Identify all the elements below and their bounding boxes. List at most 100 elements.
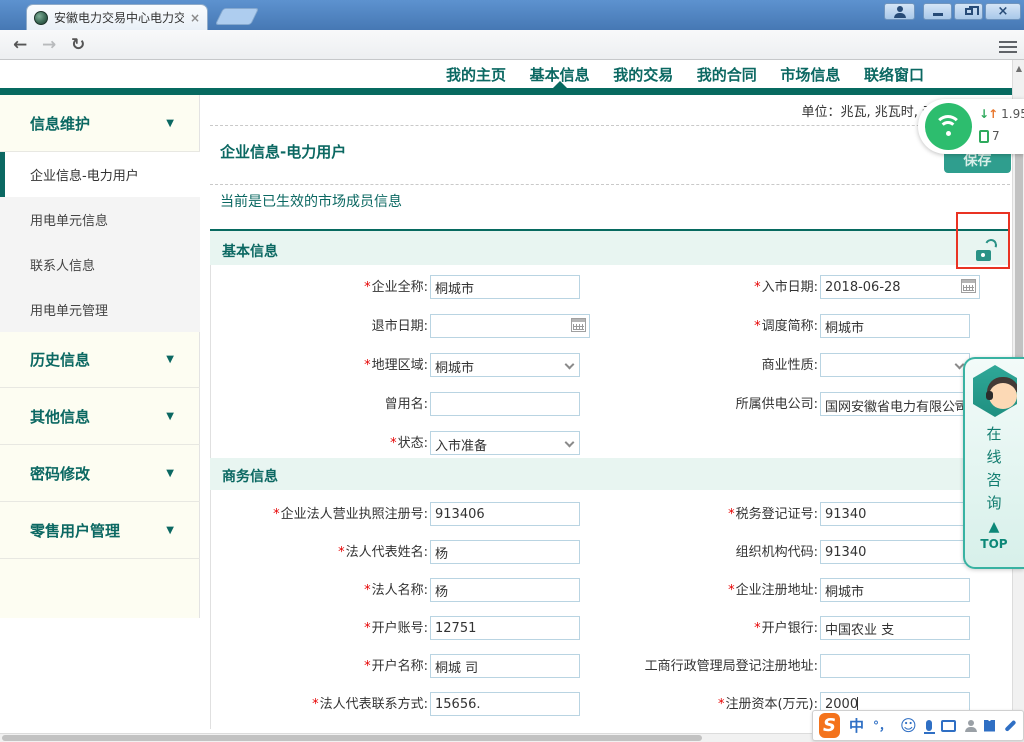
field-label: *调度简称: [600, 319, 818, 335]
legal-person-name-input[interactable] [430, 578, 580, 602]
tab-title: 安徽电力交易中心电力交易 [54, 9, 184, 26]
business-nature-select[interactable] [820, 353, 970, 377]
sidebar-group-info-maintenance[interactable]: 信息维护 ▼ [0, 95, 200, 152]
headset-icon [986, 391, 993, 400]
field-label: 工商行政管理局登记注册地址: [600, 659, 818, 675]
dispatch-short-name-input[interactable] [820, 314, 970, 338]
sidebar: 信息维护 ▼ 企业信息-电力用户 用电单元信息 联系人信息 用电单元管理 历史信… [0, 95, 200, 618]
browser-tab[interactable]: 安徽电力交易中心电力交易 × [26, 4, 208, 30]
registered-address-input[interactable] [820, 578, 970, 602]
sidebar-item-power-unit-mgmt[interactable]: 用电单元管理 [0, 287, 200, 332]
upload-arrow-icon: ↑ [988, 107, 998, 121]
power-supply-company-select[interactable]: 国网安徽省电力有限公司安 [820, 392, 970, 416]
tab-close-icon[interactable]: × [190, 11, 200, 25]
tax-registration-number-input[interactable] [820, 502, 970, 526]
field-label: 退市日期: [210, 319, 428, 335]
field-label: *企业全称: [210, 280, 428, 296]
calendar-icon[interactable] [961, 279, 976, 293]
legal-rep-contact-input[interactable] [430, 692, 580, 716]
settings-wrench-icon[interactable] [1005, 720, 1017, 732]
legal-representative-name-input[interactable] [430, 540, 580, 564]
field-label: *地理区域: [210, 358, 428, 374]
field-label: *开户名称: [210, 659, 428, 675]
phone-icon [979, 130, 989, 143]
scroll-up-icon[interactable]: ▲ [1013, 64, 1024, 73]
field-label: *开户账号: [210, 621, 428, 637]
network-count-value: 7 [992, 129, 1000, 143]
nav-item-home[interactable]: 我的主页 [446, 64, 506, 85]
new-tab-button[interactable] [215, 8, 259, 25]
skin-icon[interactable] [984, 720, 996, 732]
sidebar-item-contact-info[interactable]: 联系人信息 [0, 242, 200, 287]
profile-button[interactable] [884, 3, 915, 20]
emoji-icon[interactable]: ☺ [900, 716, 917, 735]
business-license-number-input[interactable] [430, 502, 580, 526]
status-select[interactable]: 入市准备 [430, 431, 580, 455]
sidebar-group-other-info[interactable]: 其他信息 ▼ [0, 389, 200, 445]
company-full-name-input[interactable] [430, 275, 580, 299]
bank-name-input[interactable] [820, 616, 970, 640]
chevron-down-icon: ▼ [166, 468, 174, 479]
sidebar-item-power-unit-info[interactable]: 用电单元信息 [0, 197, 200, 242]
forward-icon[interactable]: → [42, 30, 56, 60]
account-icon[interactable] [965, 720, 975, 732]
geographic-region-select[interactable]: 桐城市 [430, 353, 580, 377]
ime-toolbar: S 中 °， ☺ [812, 710, 1024, 741]
keyboard-icon[interactable] [941, 720, 956, 732]
close-button[interactable]: × [985, 3, 1021, 20]
market-exit-date-input[interactable] [430, 314, 590, 338]
chevron-down-icon: ▼ [166, 354, 174, 365]
chevron-down-icon [565, 360, 575, 370]
punctuation-icon[interactable]: °， [873, 717, 891, 734]
chrome-menu-icon[interactable] [999, 41, 1017, 53]
sidebar-group-retail-user-mgmt[interactable]: 零售用户管理 ▼ [0, 503, 200, 559]
nav-item-market-info[interactable]: 市场信息 [780, 64, 840, 85]
sidebar-group-password-change[interactable]: 密码修改 ▼ [0, 446, 200, 502]
chevron-down-icon: ▼ [166, 525, 174, 536]
service-avatar [973, 365, 1017, 417]
sogou-logo-icon[interactable]: S [819, 713, 840, 738]
wifi-icon [925, 103, 972, 150]
chinese-mode-icon[interactable]: 中 [849, 715, 864, 736]
back-icon[interactable]: ← [13, 30, 27, 60]
units-note: 单位：兆瓦, 兆瓦时, 元 [600, 101, 935, 120]
browser-toolbar: ← → ↻ ☆ [0, 30, 1024, 60]
horizontal-scrollbar-thumb[interactable] [2, 735, 702, 741]
former-name-input[interactable] [430, 392, 580, 416]
calendar-icon[interactable] [571, 318, 586, 332]
basic-info-section-title: 基本信息 [222, 241, 278, 261]
microphone-icon[interactable] [926, 720, 932, 731]
minimize-button[interactable] [923, 3, 952, 20]
page-title: 企业信息-电力用户 [220, 141, 346, 162]
sidebar-group-history-info[interactable]: 历史信息 ▼ [0, 332, 200, 388]
minimize-icon [933, 13, 943, 16]
nav-underline-bar [0, 88, 1012, 95]
status-message: 当前是已生效的市场成员信息 [220, 191, 402, 211]
back-to-top-label[interactable]: TOP [965, 537, 1023, 551]
reload-icon[interactable]: ↻ [71, 30, 85, 60]
top-nav: 我的主页 基本信息 我的交易 我的合同 市场信息 联络窗口 [0, 60, 1024, 88]
online-service-widget[interactable]: 在 线 咨 询 ▲ TOP [963, 357, 1024, 569]
field-label: 曾用名: [210, 397, 428, 413]
back-to-top-arrow-icon[interactable]: ▲ [965, 519, 1023, 535]
divider [210, 125, 1010, 126]
network-speed-widget[interactable]: ↓ ↑ 1.95K/s 7 [918, 99, 1024, 154]
person-icon [897, 6, 903, 12]
nav-item-contact-window[interactable]: 联络窗口 [864, 64, 924, 85]
field-label: *法人名称: [210, 583, 428, 599]
browser-titlebar: 安徽电力交易中心电力交易 × × [0, 0, 1024, 30]
nav-item-my-contracts[interactable]: 我的合同 [697, 64, 757, 85]
restore-button[interactable] [954, 3, 983, 20]
business-info-section-header: 商务信息 [210, 458, 1010, 490]
organization-code-input[interactable] [820, 540, 970, 564]
bank-account-number-input[interactable] [430, 616, 580, 640]
market-entry-date-input[interactable] [820, 275, 980, 299]
nav-item-my-trades[interactable]: 我的交易 [613, 64, 673, 85]
chevron-down-icon: ▼ [166, 411, 174, 422]
field-label: 所属供电公司: [600, 397, 818, 413]
industry-commerce-address-input[interactable] [820, 654, 970, 678]
field-label: *状态: [210, 436, 428, 452]
sidebar-item-enterprise-info[interactable]: 企业信息-电力用户 [0, 152, 200, 197]
field-label: *税务登记证号: [600, 507, 818, 523]
account-name-input[interactable] [430, 654, 580, 678]
